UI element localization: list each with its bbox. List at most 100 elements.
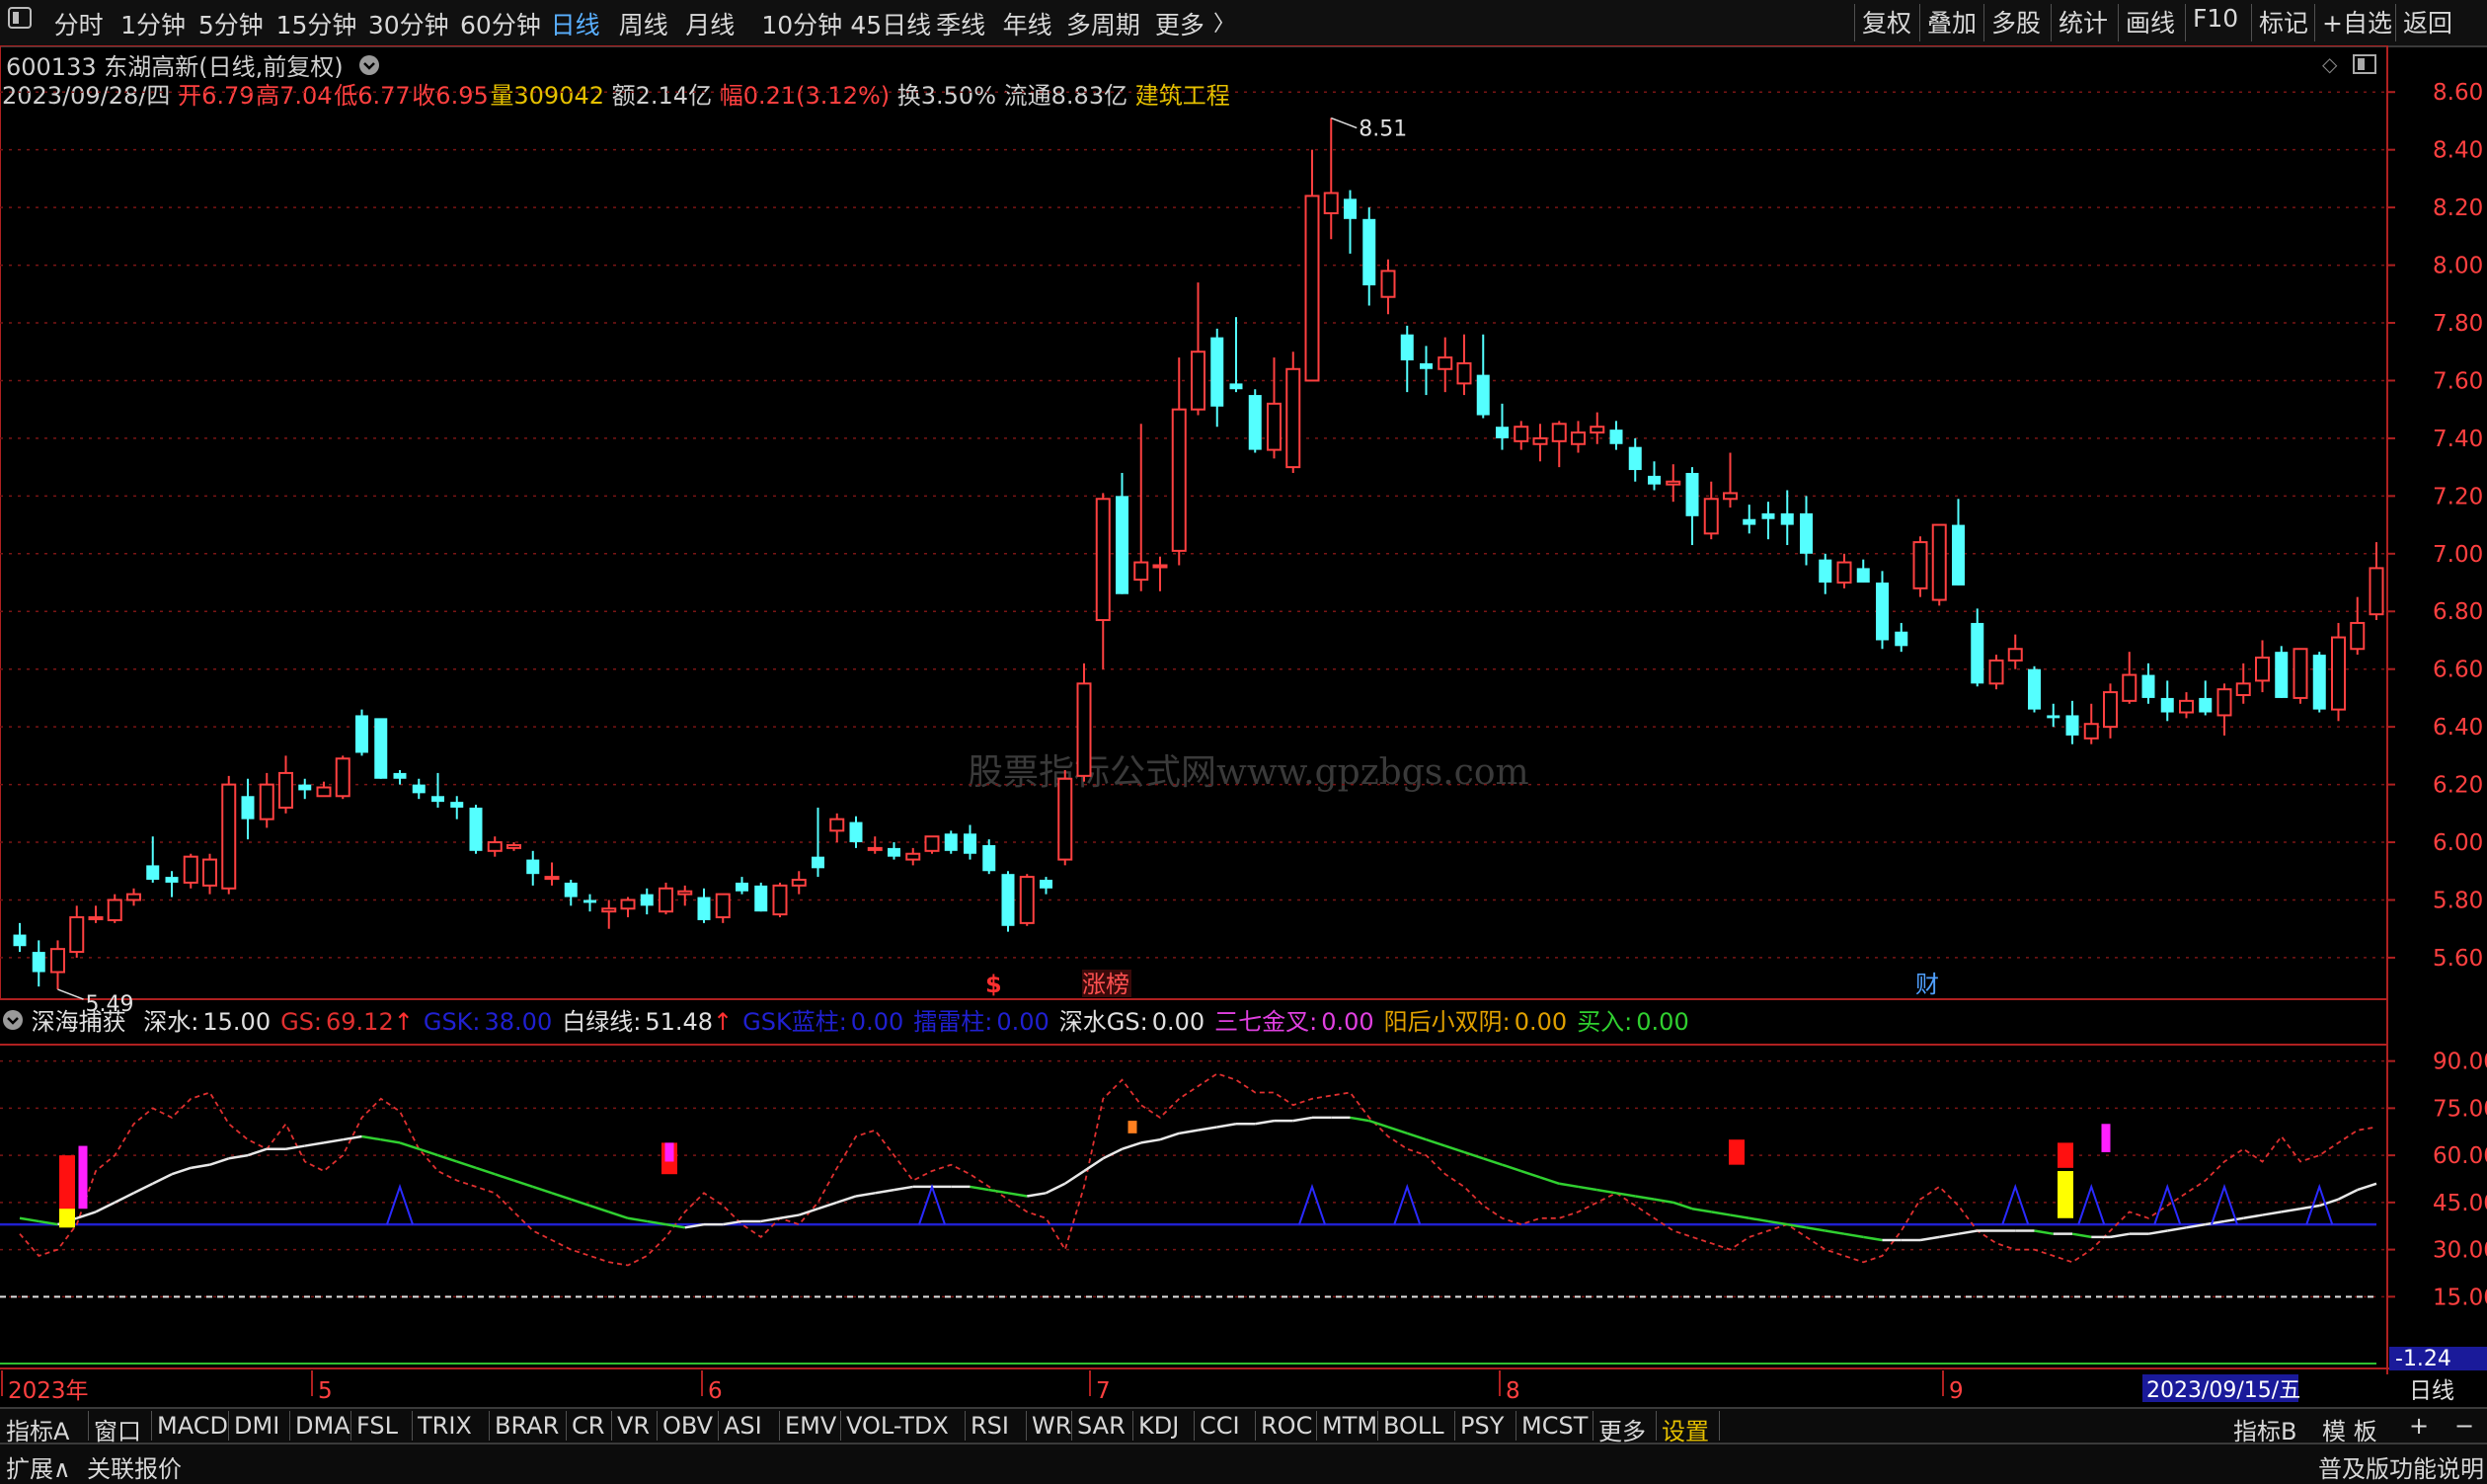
- indicator-tab-9[interactable]: VR: [617, 1412, 650, 1440]
- right-tab-2[interactable]: +: [2409, 1412, 2429, 1440]
- indicator-tab-5[interactable]: FSL: [356, 1412, 398, 1440]
- period-tab-10[interactable]: 45日线: [850, 6, 931, 41]
- related-quote-button[interactable]: 关联报价: [87, 1449, 182, 1484]
- baiLv-line-segment: [475, 1166, 496, 1176]
- period-tab-11[interactable]: 季线: [936, 6, 985, 41]
- baiLv-line-segment: [2281, 1207, 2301, 1213]
- chevron-right-icon[interactable]: 〉: [1213, 6, 1235, 38]
- indicator-tab-2[interactable]: MACD: [157, 1412, 228, 1440]
- candle-body-up: [601, 907, 617, 913]
- right-tab-1[interactable]: 模 板: [2322, 1412, 2377, 1446]
- period-tab-3[interactable]: 15分钟: [276, 6, 357, 41]
- dollar-marker: $: [985, 971, 1002, 998]
- indicator-tab-17[interactable]: KDJ: [1138, 1412, 1179, 1440]
- indicator-tab-4[interactable]: DMA: [295, 1412, 350, 1440]
- candle-body-up: [1323, 192, 1339, 214]
- period-tab-0[interactable]: 分时: [54, 6, 104, 41]
- baiLv-line-segment: [171, 1166, 192, 1176]
- candle-body-up: [1912, 541, 1928, 589]
- menu-icon[interactable]: [8, 6, 32, 35]
- period-tab-6[interactable]: 日线: [551, 6, 600, 41]
- high-price-label: 8.51: [1359, 117, 1407, 142]
- candle-body-up: [2235, 682, 2251, 696]
- toolbar-button-0[interactable]: 复权: [1862, 4, 1911, 39]
- indicator-tab-13[interactable]: VOL-TDX: [846, 1412, 949, 1440]
- tab-separator: [965, 1411, 966, 1441]
- indicator-tab-21[interactable]: BOLL: [1383, 1412, 1444, 1440]
- candle-body-up: [2103, 691, 2118, 729]
- toolbar-button-2[interactable]: 多股: [1991, 4, 2041, 39]
- period-tab-12[interactable]: 年线: [1003, 6, 1052, 41]
- candle-body-down: [1971, 622, 1984, 684]
- baiLv-line-segment: [343, 1134, 362, 1141]
- indicator-tick-label: 90.00: [2433, 1050, 2487, 1075]
- right-tab-0[interactable]: 指标B: [2233, 1412, 2296, 1446]
- indicator-tab-22[interactable]: PSY: [1460, 1412, 1504, 1440]
- baiLv-line-segment: [1843, 1232, 1864, 1239]
- toolbar-separator: [2251, 4, 2252, 41]
- indicator-tab-14[interactable]: RSI: [971, 1412, 1009, 1440]
- indicator-tab-11[interactable]: ASI: [724, 1412, 762, 1440]
- baiLv-line-segment: [2357, 1182, 2377, 1192]
- candle-body-down: [1496, 427, 1509, 438]
- candle-body-up: [335, 757, 350, 798]
- period-tab-1[interactable]: 1分钟: [120, 6, 186, 41]
- indicator-tab-19[interactable]: ROC: [1261, 1412, 1312, 1440]
- toolbar-button-8[interactable]: 返回: [2403, 4, 2452, 39]
- indicator-tab-25[interactable]: 设置: [1662, 1412, 1709, 1446]
- indicator-tab-23[interactable]: MCST: [1521, 1412, 1588, 1440]
- candle-body-down: [1743, 518, 1756, 525]
- candle-body-down: [355, 715, 368, 753]
- indicator-tab-7[interactable]: BRAR: [495, 1412, 559, 1440]
- baiLv-line-segment: [1292, 1116, 1313, 1123]
- period-tab-14[interactable]: 更多: [1155, 6, 1205, 41]
- indicator-tab-12[interactable]: EMV: [785, 1412, 836, 1440]
- time-label: 6: [708, 1378, 723, 1404]
- indicator-tab-6[interactable]: TRIX: [418, 1412, 472, 1440]
- indicator-tab-15[interactable]: WR: [1032, 1412, 1071, 1440]
- candle-body-down: [736, 882, 748, 892]
- indicator-tab-10[interactable]: OBV: [662, 1412, 713, 1440]
- candle-body-up: [2255, 657, 2270, 682]
- period-tab-7[interactable]: 周线: [619, 6, 668, 41]
- indicator-tab-18[interactable]: CCI: [1200, 1412, 1240, 1440]
- baiLv-line-segment: [894, 1185, 913, 1192]
- toolbar-button-6[interactable]: 标记: [2259, 4, 2308, 39]
- toolbar-button-7[interactable]: +自选: [2322, 4, 2392, 39]
- indicator-tab-24[interactable]: 更多: [1598, 1412, 1646, 1446]
- toolbar-button-4[interactable]: 画线: [2126, 4, 2175, 39]
- indicator-tick-label: 30.00: [2433, 1238, 2487, 1264]
- signal-bar: [1729, 1139, 1745, 1165]
- period-tab-2[interactable]: 5分钟: [198, 6, 264, 41]
- gsk-spike: [386, 1183, 414, 1225]
- tab-separator: [566, 1411, 567, 1441]
- cursor-date: 2023/09/15/五: [2146, 1378, 2300, 1403]
- candle-body-up: [126, 893, 141, 901]
- period-tab-4[interactable]: 30分钟: [368, 6, 449, 41]
- indicator-tab-1[interactable]: 窗口: [94, 1412, 141, 1446]
- candle-body-up: [259, 783, 274, 820]
- indicator-tab-3[interactable]: DMI: [234, 1412, 279, 1440]
- candle-body-up: [2083, 723, 2099, 740]
- candle-body-down: [1210, 337, 1224, 407]
- tab-separator: [412, 1411, 413, 1441]
- period-tab-13[interactable]: 多周期: [1066, 6, 1140, 41]
- kline-chart[interactable]: 8.60 8.40 8.20 8.00 7.80 7.60 7.40 7.20 7.00 6.80…: [0, 45, 2487, 1407]
- tab-separator: [228, 1411, 229, 1441]
- right-tab-3[interactable]: −: [2454, 1412, 2474, 1440]
- expand-button[interactable]: 扩展∧: [6, 1449, 71, 1484]
- baiLv-line-segment: [1806, 1226, 1826, 1232]
- indicator-tab-0[interactable]: 指标A: [6, 1412, 69, 1446]
- period-tab-9[interactable]: 10分钟: [761, 6, 842, 41]
- indicator-tab-8[interactable]: CR: [572, 1412, 604, 1440]
- baiLv-line-segment: [191, 1163, 210, 1170]
- toolbar-button-5[interactable]: F10: [2193, 4, 2238, 33]
- baiLv-line-segment: [2223, 1216, 2244, 1223]
- period-tab-5[interactable]: 60分钟: [460, 6, 541, 41]
- edition-info[interactable]: 普及版功能说明: [2318, 1449, 2484, 1484]
- toolbar-button-3[interactable]: 统计: [2059, 4, 2108, 39]
- period-tab-8[interactable]: 月线: [685, 6, 735, 41]
- toolbar-button-1[interactable]: 叠加: [1927, 4, 1977, 39]
- indicator-tab-16[interactable]: SAR: [1077, 1412, 1126, 1440]
- indicator-tab-20[interactable]: MTM: [1322, 1412, 1377, 1440]
